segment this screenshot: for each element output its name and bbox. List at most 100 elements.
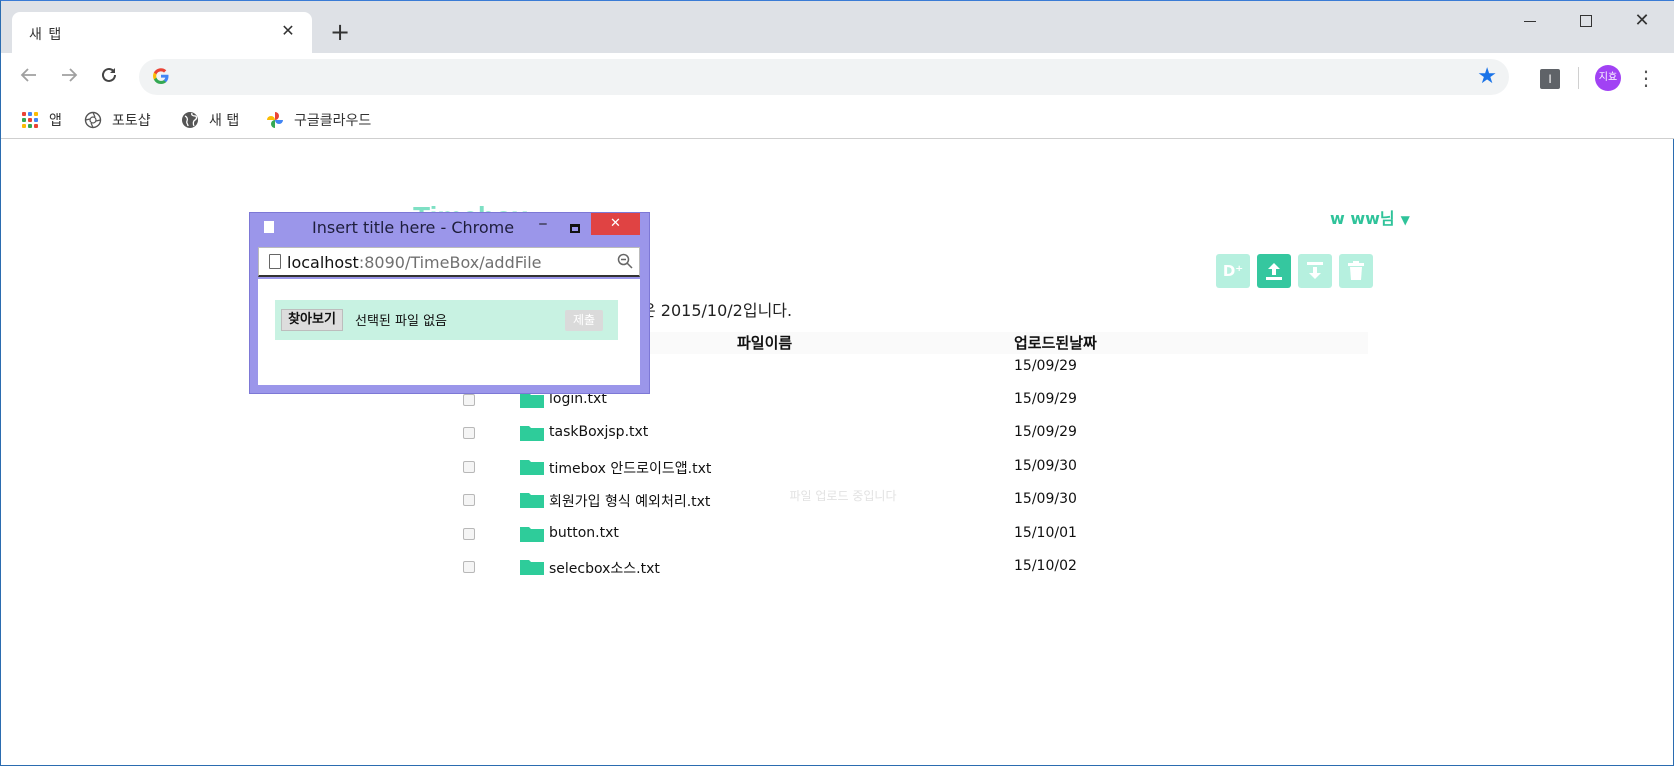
profile-avatar[interactable]: 지효: [1595, 65, 1621, 91]
delete-button[interactable]: [1339, 254, 1373, 288]
back-arrow-icon: [20, 68, 36, 82]
pinwheel-icon: [266, 111, 284, 129]
folder-icon: [520, 527, 544, 542]
add-folder-button[interactable]: D⁺: [1216, 254, 1250, 288]
bookmark-new-tab[interactable]: 새 탭: [181, 107, 239, 133]
back-button[interactable]: [15, 63, 43, 91]
forward-arrow-icon: [62, 68, 78, 82]
browser-window: 새 탭 ✕ + ✕ ★ I 지효 ⋮ 앱 포토샵 새 탭 구글클라우드 w ww…: [0, 0, 1674, 766]
aperture-icon: [84, 111, 102, 129]
bookmark-label: 새 탭: [209, 113, 240, 129]
popup-title-bar[interactable]: Insert title here - Chrome ‒ ✕: [250, 213, 649, 240]
maximize-icon: [570, 224, 580, 233]
no-file-selected-text: 선택된 파일 없음: [355, 314, 447, 329]
reload-button[interactable]: [95, 63, 123, 91]
row-checkbox[interactable]: [463, 427, 475, 439]
page-icon: [269, 254, 281, 269]
apps-grid-icon: [21, 111, 39, 129]
popup-content: 찾아보기 선택된 파일 없음 제출: [258, 279, 640, 385]
caret-down-icon: ▼: [1400, 213, 1410, 227]
popup-maximize-button[interactable]: [566, 218, 584, 236]
popup-close-button[interactable]: ✕: [591, 213, 640, 235]
reload-icon: [102, 67, 116, 82]
upload-popup-window: Insert title here - Chrome ‒ ✕ localhost…: [249, 212, 650, 394]
user-menu[interactable]: w ww님 ▼: [1330, 205, 1410, 229]
popup-title: Insert title here - Chrome: [312, 218, 515, 237]
download-button[interactable]: [1298, 254, 1332, 288]
date-notice: 은 2015/10/2입니다.: [641, 301, 793, 320]
bookmark-label: 구글클라우드: [294, 113, 372, 129]
globe-icon: [181, 111, 199, 129]
tab-new-tab[interactable]: 새 탭 ✕: [12, 12, 312, 53]
row-checkbox[interactable]: [463, 394, 475, 406]
row-checkbox[interactable]: [463, 561, 475, 573]
bookmark-google-cloud[interactable]: 구글클라우드: [266, 107, 371, 133]
file-date: 15/09/29: [1014, 424, 1077, 440]
add-folder-icon: D⁺: [1222, 262, 1244, 280]
browser-menu-icon[interactable]: ⋮: [1636, 65, 1656, 91]
upload-button[interactable]: [1257, 254, 1291, 288]
bookmark-photoshop[interactable]: 포토샵: [84, 107, 151, 133]
new-tab-button[interactable]: +: [327, 20, 353, 46]
upload-form: 찾아보기 선택된 파일 없음 제출: [275, 300, 618, 340]
browser-toolbar: ★ I 지효 ⋮: [1, 53, 1674, 101]
row-checkbox[interactable]: [463, 494, 475, 506]
toolbar-divider: [1578, 67, 1579, 89]
file-name[interactable]: timebox 안드로이드앱.txt: [549, 458, 711, 478]
maximize-icon: [1580, 15, 1592, 27]
address-bar[interactable]: ★: [139, 59, 1509, 95]
file-name[interactable]: taskBoxjsp.txt: [549, 424, 648, 440]
document-icon: [264, 221, 274, 233]
bookmark-star-icon[interactable]: ★: [1477, 64, 1497, 90]
bookmarks-bar: 앱 포토샵 새 탭 구글클라우드: [1, 101, 1674, 139]
user-name: w ww님: [1330, 209, 1395, 228]
folder-icon: [520, 460, 544, 475]
popup-minimize-button[interactable]: ‒: [534, 216, 552, 236]
browse-file-button[interactable]: 찾아보기: [281, 309, 343, 331]
row-checkbox[interactable]: [463, 461, 475, 473]
extension-icon[interactable]: I: [1540, 69, 1560, 89]
file-name[interactable]: selecbox소스.txt: [549, 558, 660, 578]
column-header-name[interactable]: 파일이름: [737, 332, 792, 354]
bookmark-label: 앱: [49, 113, 62, 129]
google-logo-icon: [152, 67, 172, 87]
tab-strip: 새 탭 ✕ + ✕: [1, 1, 1674, 53]
faded-status-text: 파일 업로드 중입니다: [789, 489, 897, 503]
download-icon: [1307, 262, 1323, 279]
row-checkbox[interactable]: [463, 528, 475, 540]
minimize-button[interactable]: [1507, 5, 1553, 37]
popup-url: localhost:8090/TimeBox/addFile: [287, 253, 542, 272]
folder-icon: [520, 493, 544, 508]
minimize-icon: [1524, 20, 1536, 22]
file-date: 15/09/30: [1014, 491, 1077, 507]
table-row[interactable]: button.txt 15/10/01: [451, 523, 1368, 547]
column-header-date[interactable]: 업로드된날짜: [1014, 332, 1097, 354]
tab-title: 새 탭: [29, 27, 63, 43]
maximize-button[interactable]: [1563, 5, 1609, 37]
file-date: 15/09/29: [1014, 391, 1077, 407]
close-window-button[interactable]: ✕: [1619, 5, 1665, 37]
file-date: 15/10/01: [1014, 525, 1077, 541]
folder-icon: [520, 426, 544, 441]
table-row[interactable]: timebox 안드로이드앱.txt 15/09/30: [451, 456, 1368, 480]
file-name[interactable]: 회원가입 형식 예외처리.txt: [549, 491, 710, 511]
zoom-icon[interactable]: [617, 253, 633, 273]
trash-icon: [1348, 261, 1364, 280]
bookmark-label: 포토샵: [112, 113, 151, 129]
file-date: 15/09/29: [1014, 358, 1077, 374]
submit-button[interactable]: 제출: [565, 310, 603, 331]
url-path: :8090/TimeBox/addFile: [358, 253, 542, 272]
upload-icon: [1266, 263, 1282, 280]
forward-button[interactable]: [55, 63, 83, 91]
tab-close-icon[interactable]: ✕: [278, 21, 298, 41]
table-row[interactable]: taskBoxjsp.txt 15/09/29: [451, 422, 1368, 446]
file-name[interactable]: button.txt: [549, 525, 619, 541]
bookmark-apps[interactable]: 앱: [21, 107, 62, 133]
file-action-bar: D⁺: [1216, 254, 1373, 288]
url-host: localhost: [287, 253, 359, 272]
file-date: 15/10/02: [1014, 558, 1077, 574]
file-date: 15/09/30: [1014, 458, 1077, 474]
popup-address-bar[interactable]: localhost:8090/TimeBox/addFile: [258, 247, 640, 277]
folder-icon: [520, 560, 544, 575]
table-row[interactable]: selecbox소스.txt 15/10/02: [451, 556, 1368, 580]
